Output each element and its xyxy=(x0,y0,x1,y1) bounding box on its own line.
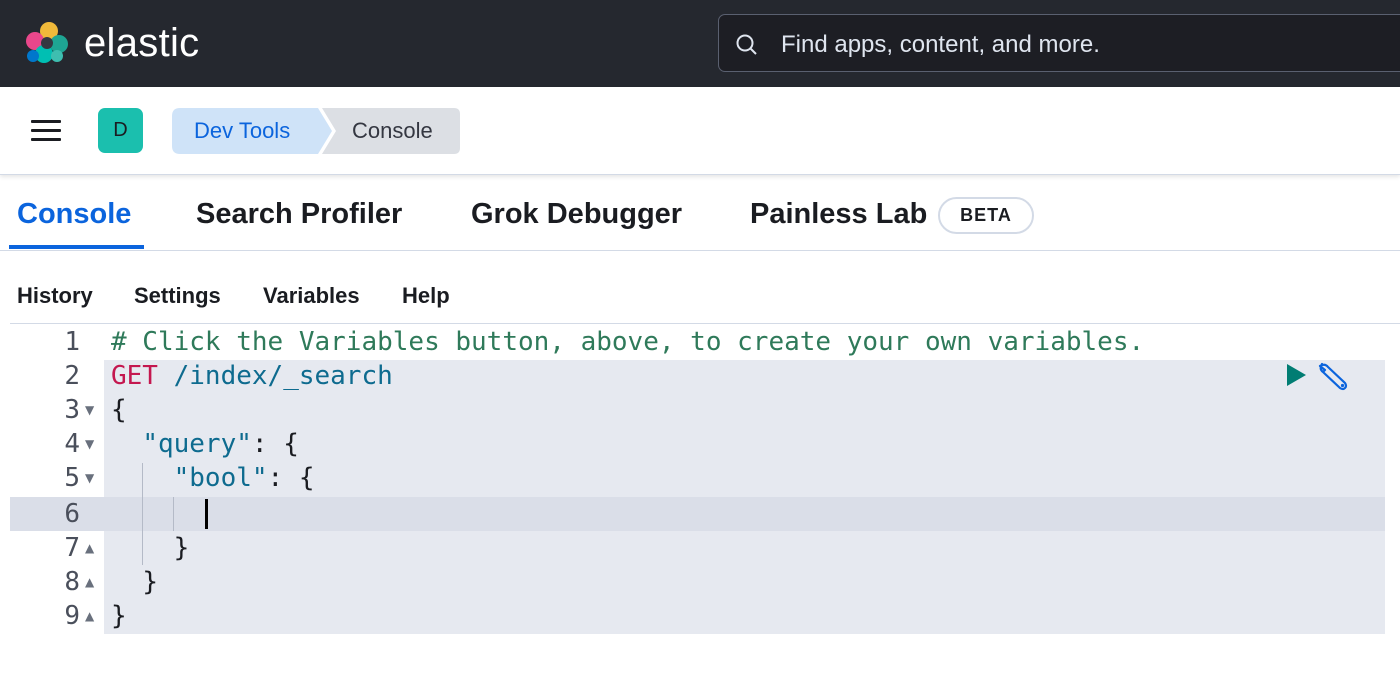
brace: } xyxy=(173,533,190,563)
hamburger-menu-icon[interactable] xyxy=(28,118,64,144)
help-button[interactable]: Help xyxy=(402,283,450,309)
code-line-5: "bool": { xyxy=(111,461,315,495)
settings-button[interactable]: Settings xyxy=(134,283,221,309)
brace: } xyxy=(142,567,158,597)
breadcrumb-console: Console xyxy=(352,118,433,143)
code-line-9: } xyxy=(111,599,127,633)
variables-button[interactable]: Variables xyxy=(263,283,360,309)
indent-guide xyxy=(173,497,174,531)
fold-up-icon[interactable]: ▲ xyxy=(85,565,94,599)
global-search-input[interactable]: Find apps, content, and more. xyxy=(718,14,1400,72)
line-number: 1 xyxy=(64,327,80,357)
wrench-icon[interactable] xyxy=(1316,360,1350,392)
active-line-highlight xyxy=(10,497,1385,531)
brace: { xyxy=(111,395,127,425)
fold-up-icon[interactable]: ▲ xyxy=(85,531,94,565)
code-line-2: GET /index/_search xyxy=(111,359,393,393)
elastic-logo-icon[interactable] xyxy=(23,20,71,66)
code-comment: # Click the Variables button, above, to … xyxy=(111,327,1145,357)
beta-badge: BETA xyxy=(938,197,1034,234)
line-number: 6 xyxy=(64,499,80,529)
top-header: elastic Find apps, content, and more. xyxy=(0,0,1400,87)
code-line-4: "query": { xyxy=(111,427,299,461)
brand-name[interactable]: elastic xyxy=(84,18,199,68)
code-line-3: { xyxy=(111,393,127,427)
space-avatar[interactable]: D xyxy=(98,108,143,153)
colon-brace: : { xyxy=(267,463,315,493)
json-key-query: "query" xyxy=(142,429,252,459)
line-number: 9 xyxy=(64,601,80,631)
breadcrumb-bar: D Dev Tools Console xyxy=(0,87,1400,175)
code-line-8: } xyxy=(111,565,158,599)
line-number: 7 xyxy=(64,533,80,563)
code-line-1: # Click the Variables button, above, to … xyxy=(111,325,1144,359)
code-line-7: } xyxy=(111,531,190,565)
fold-down-icon[interactable]: ▼ xyxy=(85,461,94,495)
http-method: GET xyxy=(111,361,158,391)
request-path: /index/_search xyxy=(173,361,393,391)
line-number: 3 xyxy=(64,395,80,425)
brace: } xyxy=(111,601,127,631)
history-button[interactable]: History xyxy=(17,283,93,309)
line-number: 4 xyxy=(64,429,80,459)
tab-console[interactable]: Console xyxy=(17,197,131,231)
play-icon[interactable] xyxy=(1285,363,1307,387)
fold-up-icon[interactable]: ▲ xyxy=(85,599,94,633)
tab-grok-debugger[interactable]: Grok Debugger xyxy=(471,197,682,231)
line-number: 8 xyxy=(64,567,80,597)
line-number: 5 xyxy=(64,463,80,493)
text-cursor xyxy=(205,499,208,529)
colon-brace: : { xyxy=(251,429,299,459)
tab-painless-lab[interactable]: Painless Lab xyxy=(750,197,927,231)
fold-down-icon[interactable]: ▼ xyxy=(85,427,94,461)
search-icon xyxy=(736,34,757,55)
breadcrumb-dev-tools[interactable]: Dev Tools xyxy=(194,119,290,143)
line-number: 2 xyxy=(64,361,80,391)
active-tab-indicator xyxy=(9,245,144,249)
search-placeholder: Find apps, content, and more. xyxy=(781,31,1100,58)
dev-tools-tabs: Console Search Profiler Grok Debugger Pa… xyxy=(0,175,1400,251)
json-key-bool: "bool" xyxy=(173,463,268,493)
breadcrumb: Dev Tools Console xyxy=(172,108,462,154)
fold-down-icon[interactable]: ▼ xyxy=(85,393,94,427)
tab-search-profiler[interactable]: Search Profiler xyxy=(196,197,402,231)
